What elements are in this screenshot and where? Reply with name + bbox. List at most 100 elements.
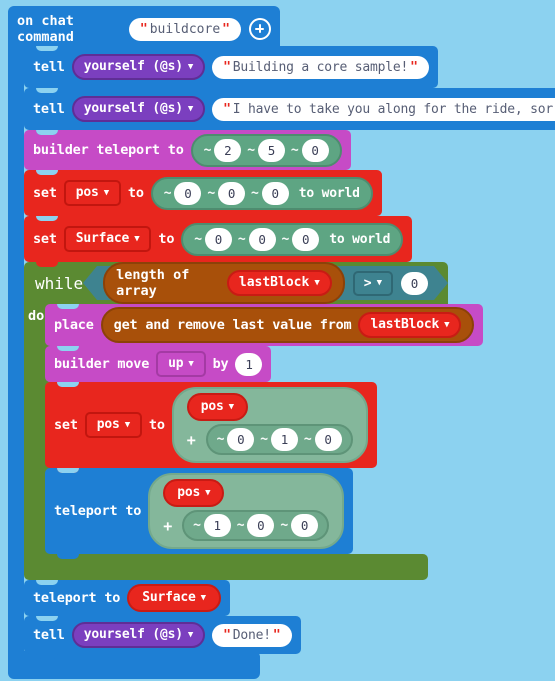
offset-z-2[interactable]: 0 bbox=[290, 514, 318, 537]
tell-message-input-2[interactable]: " I have to take you along for the ride,… bbox=[212, 97, 555, 121]
place-block[interactable]: place get and remove last value from las… bbox=[45, 304, 484, 351]
array-length-block[interactable]: length of array lastBlock ▼ bbox=[103, 262, 345, 304]
offset-plus-sign-2: + bbox=[163, 516, 173, 535]
tell-message-input-1[interactable]: " Building a core sample! " bbox=[212, 55, 429, 79]
set-pos-position[interactable]: ~ 0 ~ 0 ~ 0 to world bbox=[150, 176, 373, 210]
chat-command-input[interactable]: " buildcore " bbox=[128, 17, 241, 41]
close-quote: " bbox=[272, 627, 281, 643]
tell-target-dropdown-1[interactable]: yourself (@s) ▼ bbox=[71, 54, 206, 80]
teleport-surface-block[interactable]: teleport to Surface ▼ bbox=[24, 580, 230, 621]
while-loop-block[interactable]: while length of array lastBlock ▼ > ▼ 0 … bbox=[24, 262, 448, 580]
plus-circle-icon[interactable] bbox=[249, 18, 271, 40]
set-pos-offset-variable-label: pos bbox=[96, 417, 120, 432]
builder-teleport-block[interactable]: builder teleport to ~ 2 ~ 5 ~ 0 bbox=[24, 130, 351, 175]
offset-base-variable-1[interactable]: pos ▼ bbox=[186, 393, 248, 421]
open-quote: " bbox=[223, 59, 231, 75]
while-label: while bbox=[35, 273, 84, 293]
builder-move-block[interactable]: builder move up ▼ by 1 bbox=[45, 346, 272, 387]
set-pos-block[interactable]: set pos ▼ to ~ 0 ~ 0 ~ 0 to world bbox=[24, 170, 382, 221]
comparison-right-value[interactable]: 0 bbox=[401, 271, 428, 295]
open-quote: " bbox=[139, 21, 148, 37]
offset-coords-1[interactable]: ~ 0 ~ 1 ~ 0 bbox=[205, 424, 353, 455]
set-surface-z[interactable]: 0 bbox=[292, 227, 320, 251]
tilde-x: ~ bbox=[194, 231, 202, 247]
set-pos-y[interactable]: 0 bbox=[218, 181, 246, 205]
set-pos-offset-to-label: to bbox=[148, 417, 165, 433]
tilde-x: ~ bbox=[203, 142, 212, 158]
set-pos-world-suffix: to world bbox=[298, 185, 360, 201]
set-pos-to-label: to bbox=[127, 185, 144, 201]
tilde-x: ~ bbox=[163, 185, 172, 201]
offset-coords-2[interactable]: ~ 1 ~ 0 ~ 0 bbox=[182, 510, 329, 541]
comparison-operator-dropdown[interactable]: > ▼ bbox=[352, 270, 393, 296]
tilde-x: ~ bbox=[216, 432, 225, 447]
place-array-variable-dropdown[interactable]: lastBlock ▼ bbox=[358, 312, 462, 338]
teleport-surface-variable-dropdown[interactable]: Surface ▼ bbox=[127, 584, 221, 612]
position-offset-reporter-2[interactable]: pos ▼ + ~ 1 ~ 0 ~ 0 bbox=[148, 473, 344, 549]
array-variable-dropdown[interactable]: lastBlock ▼ bbox=[226, 270, 332, 296]
while-header[interactable]: while length of array lastBlock ▼ > ▼ 0 bbox=[24, 262, 448, 304]
offset-y-1[interactable]: 1 bbox=[270, 428, 298, 451]
tell-done-target-dropdown[interactable]: yourself (@s) ▼ bbox=[71, 622, 206, 648]
position-offset-reporter-1[interactable]: pos ▼ + ~ 0 ~ 1 ~ 0 bbox=[171, 387, 368, 463]
tell-done-block[interactable]: tell yourself (@s) ▼ " Done! " bbox=[24, 616, 301, 659]
chevron-down-icon: ▼ bbox=[200, 592, 206, 603]
chevron-down-icon: ▼ bbox=[187, 61, 194, 72]
set-pos-offset-block[interactable]: set pos ▼ to pos ▼ + ~ 0 ~ 1 ~ 0 bbox=[45, 382, 377, 473]
offset-x-2[interactable]: 1 bbox=[203, 514, 231, 537]
tilde-x: ~ bbox=[193, 518, 201, 533]
teleport-surface-label: teleport to bbox=[33, 590, 121, 606]
array-variable-label: lastBlock bbox=[238, 275, 310, 290]
offset-x-1[interactable]: 0 bbox=[227, 428, 255, 451]
set-surface-position[interactable]: ~ 0 ~ 0 ~ 0 to world bbox=[181, 222, 404, 256]
builder-teleport-z[interactable]: 0 bbox=[301, 138, 329, 162]
tilde-y: ~ bbox=[236, 518, 245, 533]
tilde-z: ~ bbox=[281, 231, 290, 247]
tilde-y: ~ bbox=[207, 185, 216, 201]
event-label: on chat command bbox=[17, 13, 74, 45]
builder-teleport-y[interactable]: 5 bbox=[257, 138, 285, 162]
set-pos-variable-dropdown[interactable]: pos ▼ bbox=[63, 180, 121, 206]
offset-base-variable-2[interactable]: pos ▼ bbox=[163, 479, 225, 507]
tell-message-2: I have to take you along for the ride, s… bbox=[232, 101, 555, 117]
set-pos-offset-verb: set bbox=[54, 417, 78, 433]
builder-move-amount[interactable]: 1 bbox=[235, 352, 263, 376]
chevron-down-icon: ▼ bbox=[188, 358, 194, 369]
tell-target-dropdown-2[interactable]: yourself (@s) ▼ bbox=[71, 96, 206, 122]
get-remove-last-label: get and remove last value from bbox=[113, 317, 352, 333]
set-pos-offset-variable-dropdown[interactable]: pos ▼ bbox=[84, 412, 142, 438]
teleport-surface-variable-label: Surface bbox=[142, 590, 196, 605]
chevron-down-icon: ▼ bbox=[187, 629, 194, 640]
builder-move-direction-dropdown[interactable]: up ▼ bbox=[156, 351, 206, 377]
tell-block-1[interactable]: tell yourself (@s) ▼ " Building a core s… bbox=[24, 46, 438, 93]
while-condition[interactable]: length of array lastBlock ▼ > ▼ 0 bbox=[83, 262, 448, 304]
tell-target-label-1: yourself (@s) bbox=[83, 59, 183, 74]
comparison-operator-label: > bbox=[363, 275, 372, 291]
tell-done-message-input[interactable]: " Done! " bbox=[212, 623, 292, 647]
offset-y-2[interactable]: 0 bbox=[247, 514, 275, 537]
tell-block-2[interactable]: tell yourself (@s) ▼ " I have to take yo… bbox=[24, 88, 555, 135]
set-surface-x[interactable]: 0 bbox=[204, 227, 232, 251]
set-surface-to-label: to bbox=[158, 231, 175, 247]
builder-teleport-x[interactable]: 2 bbox=[214, 138, 242, 162]
builder-teleport-position[interactable]: ~ 2 ~ 5 ~ 0 bbox=[190, 133, 342, 167]
chevron-down-icon: ▼ bbox=[205, 487, 211, 498]
set-surface-y[interactable]: 0 bbox=[248, 227, 276, 251]
tell-done-verb: tell bbox=[33, 627, 65, 643]
chevron-down-icon: ▼ bbox=[103, 187, 109, 198]
set-pos-variable-label: pos bbox=[75, 185, 99, 200]
teleport-offset-block[interactable]: teleport to pos ▼ + ~ 1 ~ 0 ~ 0 bbox=[45, 468, 353, 559]
tell-verb-2: tell bbox=[33, 101, 65, 117]
set-verb-surface: set bbox=[33, 231, 57, 247]
tilde-z: ~ bbox=[290, 142, 299, 158]
builder-move-direction-label: up bbox=[168, 356, 184, 371]
tilde-z: ~ bbox=[303, 432, 312, 447]
set-surface-variable-dropdown[interactable]: Surface ▼ bbox=[63, 226, 152, 252]
offset-z-1[interactable]: 0 bbox=[314, 428, 342, 451]
set-pos-z[interactable]: 0 bbox=[261, 181, 289, 205]
set-surface-block[interactable]: set Surface ▼ to ~ 0 ~ 0 ~ 0 to world bbox=[24, 216, 413, 267]
get-remove-last-block[interactable]: get and remove last value from lastBlock… bbox=[100, 307, 475, 343]
set-pos-x[interactable]: 0 bbox=[174, 181, 202, 205]
offset-plus-sign-1: + bbox=[186, 430, 196, 449]
offset-base-variable-label-1: pos bbox=[200, 399, 224, 414]
